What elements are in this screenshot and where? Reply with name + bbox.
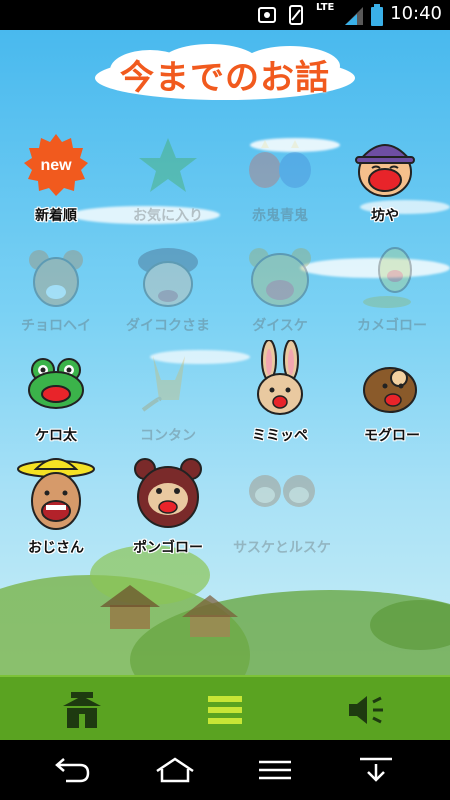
hide-keyboard-button[interactable] [346,752,406,788]
house-icon [63,691,101,728]
village-background [0,545,450,675]
sound-button[interactable] [338,687,398,732]
story-list-screen: 今までのお話 new 新着順 お気に入り 赤鬼青鬼 坊や チョロヘイ ダイコクさ… [0,30,450,675]
app-toolbar [0,675,450,742]
story-item-mogurou[interactable]: モグロー [337,350,447,458]
signal-icon [345,7,363,25]
download-icon [360,757,392,782]
story-label: 新着順 [35,208,77,224]
android-notification-icon [258,7,276,23]
mouse-character-icon [21,240,91,310]
story-label: ポンゴロー [133,540,203,556]
story-label: モグロー [364,428,420,444]
story-item-new[interactable]: new 新着順 [1,130,111,238]
story-item-mimippe[interactable]: ミミッペ [225,339,335,448]
monkeys-character-icon [247,455,317,525]
old-man-character-icon [16,455,96,535]
battery-icon [371,4,383,26]
story-item-favorites[interactable]: お気に入り [113,130,223,238]
story-item-daisuke[interactable]: ダイスケ [225,240,335,348]
menu-button[interactable] [195,687,255,732]
story-label: ミミッペ [252,428,308,444]
story-item-ojisan[interactable]: おじさん [1,455,111,563]
speaker-icon [349,695,383,724]
clock: 10:40 [390,3,442,24]
story-item-pongorou[interactable]: ポンゴロー [113,455,223,563]
story-label: サスケとルスケ [233,540,331,556]
home-button[interactable] [52,687,112,732]
back-button[interactable] [42,752,102,788]
sim-card-icon [289,5,303,25]
new-badge-text: new [40,157,72,174]
recent-apps-button[interactable] [245,752,305,788]
title-banner: 今までのお話 [90,42,360,104]
rabbit-character-icon [245,339,315,418]
story-item-akaoni-aooni[interactable]: 赤鬼青鬼 [225,130,335,238]
frog-character-icon [21,350,91,420]
story-label: ケロ太 [35,428,77,444]
home-nav-icon [156,757,194,783]
story-item-kontan[interactable]: コンタン [113,350,223,458]
home-nav-button[interactable] [145,752,205,788]
story-label: ダイコクさま [126,318,210,334]
back-icon [55,758,90,783]
daikoku-character-icon [133,240,203,310]
turtle-character-icon [357,240,427,310]
story-item-sasuke-rusuke[interactable]: サスケとルスケ [212,455,352,563]
story-label: おじさん [28,540,84,556]
tanuki-character-icon [131,455,205,531]
story-item-daikokusama[interactable]: ダイコクさま [113,240,223,348]
story-label: チョロヘイ [21,318,91,334]
system-navigation-bar [0,740,450,800]
fox-character-icon [133,350,203,420]
page-title: 今までのお話 [120,58,330,98]
red-blue-oni-icon [245,130,315,200]
story-label: カメゴロー [357,318,427,334]
menu-icon [208,695,242,724]
story-label: 坊や [371,208,399,224]
story-item-bouya[interactable]: 坊や [330,130,440,238]
mole-character-icon [357,350,427,420]
new-badge-icon: new [21,130,91,200]
boy-character-icon [350,130,420,200]
recent-apps-icon [259,760,291,780]
story-item-kerota[interactable]: ケロ太 [1,350,111,458]
bear-character-icon [245,240,315,310]
story-item-kamegoro[interactable]: カメゴロー [337,240,447,348]
network-type: LTE [316,2,335,13]
story-label: 赤鬼青鬼 [252,208,308,224]
story-label: お気に入り [133,208,203,224]
status-bar: LTE 10:40 [0,0,450,30]
story-label: コンタン [140,428,196,444]
story-label: ダイスケ [252,318,308,334]
story-item-chorohei[interactable]: チョロヘイ [1,240,111,348]
star-icon [133,130,203,200]
